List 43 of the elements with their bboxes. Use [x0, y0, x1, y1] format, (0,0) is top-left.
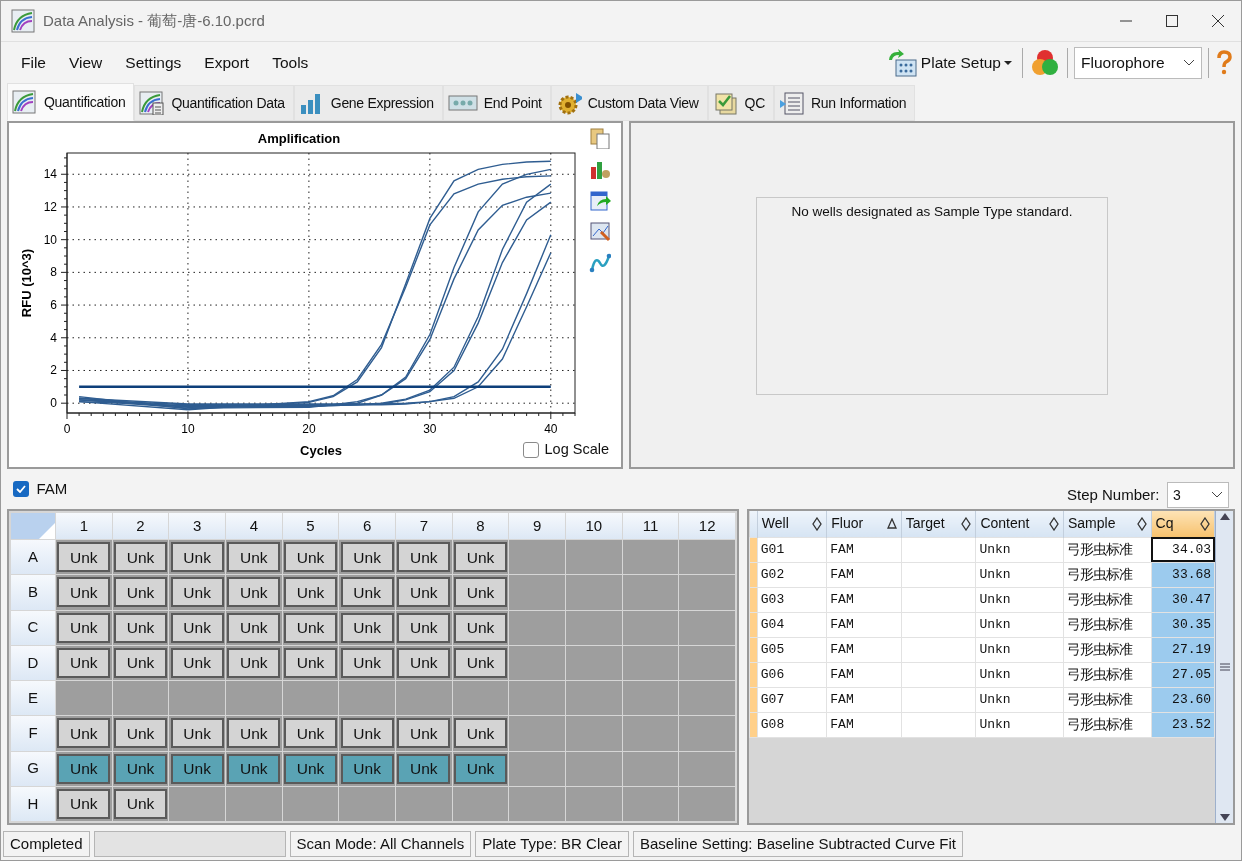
status-text: Completed — [3, 831, 90, 857]
y-tick-label: 2 — [50, 363, 57, 378]
table-cell: Unkn — [975, 537, 1064, 562]
table-cell: 弓形虫标准 — [1063, 562, 1152, 587]
y-tick-label: 8 — [50, 265, 57, 280]
step-number-label: Step Number: — [1066, 484, 1160, 505]
y-axis-label: RFU (10^3) — [19, 248, 34, 318]
table-cell: Unkn — [975, 562, 1064, 587]
table-cell: Unkn — [975, 687, 1064, 712]
y-tick-label: 10 — [43, 232, 57, 247]
table-cell: Unkn — [975, 612, 1064, 637]
x-tick-label: 10 — [181, 422, 195, 436]
status-text: Baseline Setting: Baseline Subtracted Curve Fit — [632, 831, 963, 857]
table-cell: 弓形虫标准 — [1063, 662, 1152, 687]
status-text: Scan Mode: All Channels — [289, 831, 472, 857]
x-tick-label: 0 — [63, 422, 71, 436]
table-cell: 弓形虫标准 — [1063, 637, 1152, 662]
x-axis-label: Cycles — [300, 443, 342, 458]
table-cell: G01 — [757, 537, 827, 562]
y-tick-label: 12 — [43, 199, 57, 214]
table-cell: Unkn — [975, 712, 1064, 737]
table-cell: Unkn — [975, 662, 1064, 687]
chart-title: Amplification — [257, 131, 341, 146]
log-scale-label: Log Scale — [544, 440, 609, 460]
table-cell: Unkn — [975, 637, 1064, 662]
y-tick-label: 6 — [50, 298, 57, 313]
y-tick-label: 14 — [43, 167, 57, 182]
y-tick-label: 4 — [50, 330, 57, 345]
fam-label: FAM — [36, 478, 68, 499]
table-cell: Unkn — [975, 587, 1064, 612]
standard-curve-message: No wells designated as Sample Type standard. — [756, 197, 1108, 395]
window-title: Data Analysis - 葡萄-唐-6.10.pcrd — [43, 10, 265, 31]
table-cell: FAM — [826, 537, 902, 562]
x-tick-label: 20 — [302, 422, 316, 436]
table-cell: 弓形虫标准 — [1063, 612, 1152, 637]
x-tick-label: 40 — [544, 422, 558, 436]
status-text: Plate Type: BR Clear — [475, 831, 629, 857]
y-tick-label: 0 — [50, 396, 57, 411]
table-cell: 弓形虫标准 — [1063, 537, 1152, 562]
table-cell: 弓形虫标准 — [1063, 687, 1152, 712]
table-cell: 弓形虫标准 — [1063, 587, 1152, 612]
x-tick-label: 30 — [423, 422, 437, 436]
table-cell: 弓形虫标准 — [1063, 712, 1152, 737]
